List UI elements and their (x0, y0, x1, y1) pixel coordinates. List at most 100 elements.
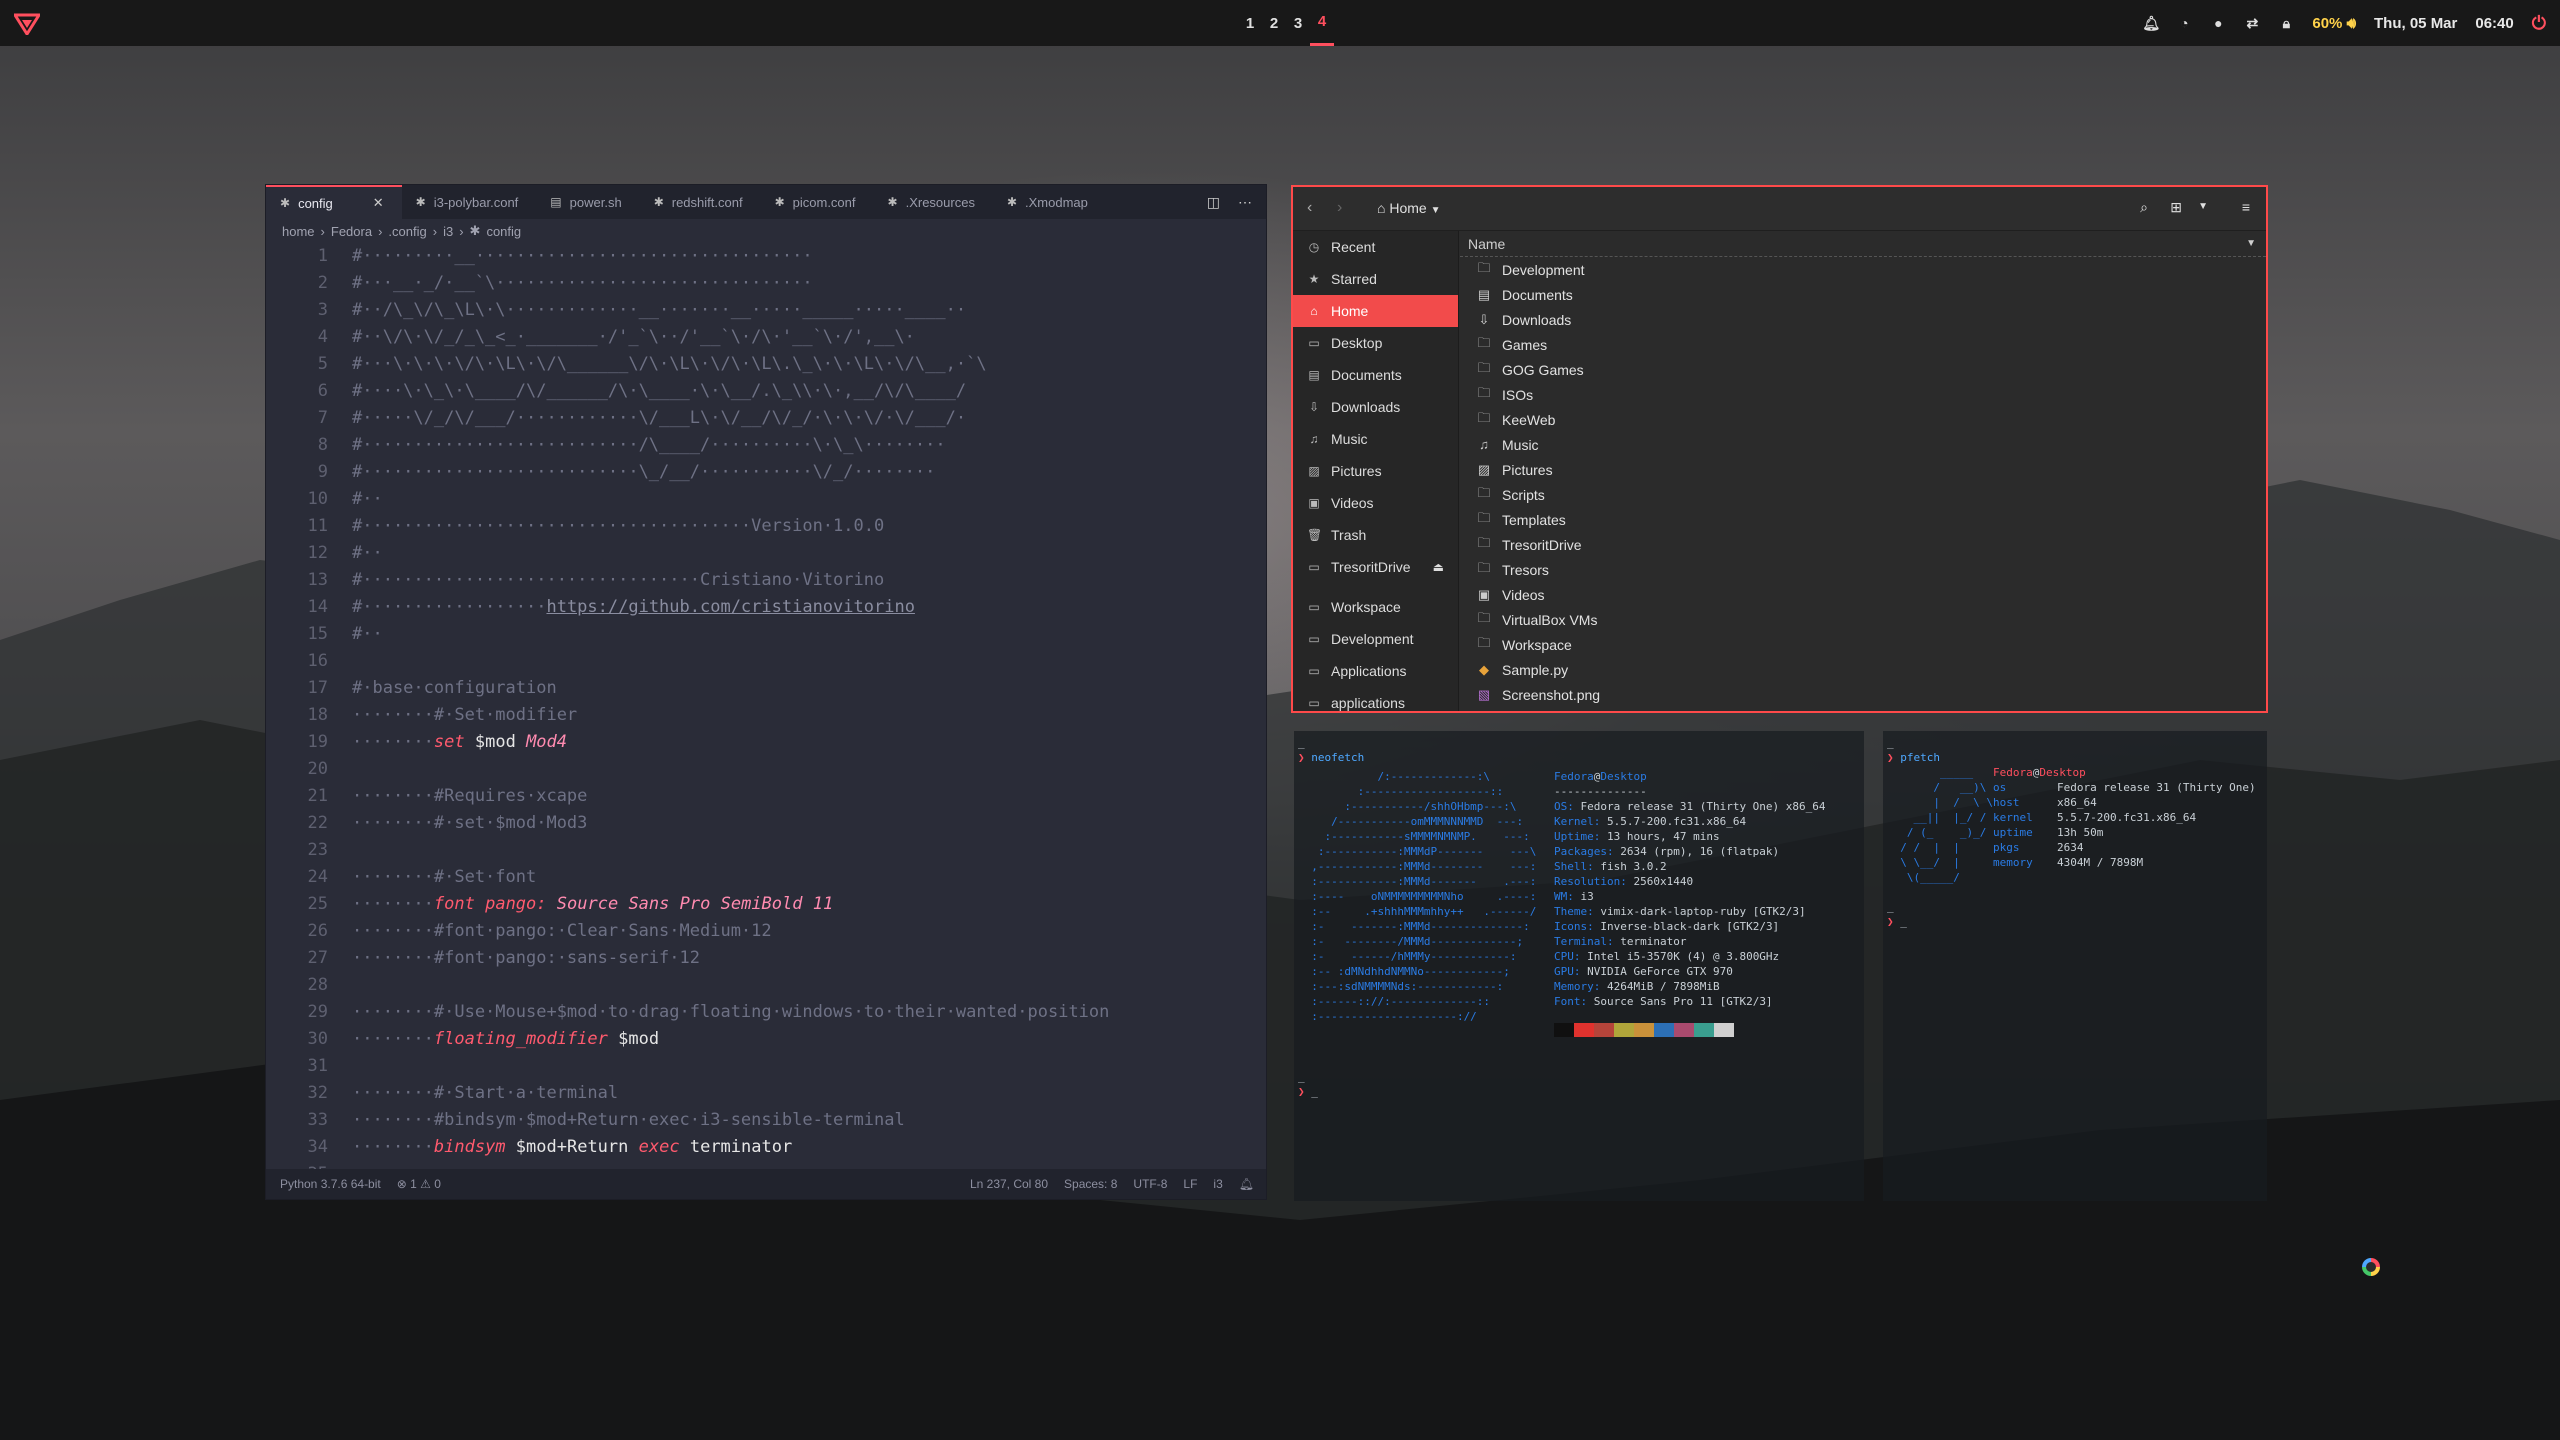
trash-icon: 🗑︎ (1307, 528, 1323, 542)
language-mode[interactable]: i3 (1213, 1177, 1222, 1191)
chevron-down-icon[interactable]: ▼ (2198, 201, 2208, 212)
more-icon[interactable]: ⋯ (1238, 194, 1252, 211)
info-value: NVIDIA GeForce GTX 970 (1587, 965, 1733, 978)
breadcrumb-item[interactable]: home (282, 224, 315, 239)
lock-icon[interactable]: 🔒︎ (2278, 15, 2294, 31)
list-item[interactable]: ▧ Screenshot.png (1460, 682, 2266, 707)
back-icon[interactable]: ‹ (1307, 199, 1312, 217)
line-text: ········font pango: Source Sans Pro Semi… (352, 894, 834, 914)
search-icon[interactable]: ⌕ (2140, 199, 2148, 216)
line-ending[interactable]: LF (1183, 1177, 1197, 1191)
sidebar-item-downloads[interactable]: ⇩ Downloads (1293, 391, 1458, 423)
power-icon[interactable]: ⏻ (2532, 13, 2546, 34)
list-item[interactable]: ◆ Sample.py (1460, 657, 2266, 682)
sidebar-item-starred[interactable]: ★ Starred (1293, 263, 1458, 295)
problems-indicator[interactable]: ⊗ 1 ⚠ 0 (397, 1177, 441, 1191)
grid-view-icon[interactable]: ⊞ (2170, 199, 2182, 216)
list-item[interactable]: 🗀︎ Games (1460, 332, 2266, 357)
workspace-3[interactable]: 3 (1286, 0, 1310, 46)
bell-icon[interactable]: 🔔︎ (1239, 1177, 1254, 1191)
breadcrumb-item[interactable]: .config (388, 224, 426, 239)
breadcrumb-item[interactable]: i3 (443, 224, 453, 239)
list-item[interactable]: 🗀︎ KeeWeb (1460, 407, 2266, 432)
file-name: TresoritDrive (1502, 536, 1582, 553)
volume-indicator[interactable]: 60% 🔊︎ (2312, 15, 2356, 32)
eject-icon[interactable]: ⏏ (1433, 560, 1444, 574)
sidebar-item-documents[interactable]: ▤ Documents (1293, 359, 1458, 391)
logo-icon[interactable] (14, 13, 40, 35)
tab-xmodmap[interactable]: ✱ .Xmodmap (993, 185, 1106, 219)
close-icon[interactable]: ✕ (373, 195, 384, 211)
list-item[interactable]: 🗀︎ Workspace (1460, 632, 2266, 657)
column-header-name[interactable]: Name ▼ (1460, 231, 2266, 257)
list-item[interactable]: ▣ Videos (1460, 582, 2266, 607)
sidebar-item-desktop[interactable]: ▭ Desktop (1293, 327, 1458, 359)
forward-icon[interactable]: › (1337, 199, 1342, 217)
line-text: #···························\_/__/······… (352, 462, 936, 482)
timer-icon[interactable]: ◔ (2176, 15, 2192, 31)
tab-label: i3-polybar.conf (433, 194, 519, 210)
info-colon: : (1593, 830, 1607, 843)
split-editor-icon[interactable]: ◫ (1207, 194, 1220, 211)
tab-xresources[interactable]: ✱ .Xresources (874, 185, 993, 219)
code-area[interactable]: 1 #·········__···························… (266, 243, 1266, 1171)
sidebar-item-workspace[interactable]: ▭ Workspace (1293, 591, 1458, 623)
info-colon: : (1567, 890, 1581, 903)
workspace-4[interactable]: 4 (1310, 0, 1334, 46)
list-item[interactable]: 🗀︎ Tresors (1460, 557, 2266, 582)
tab-config[interactable]: ✱ config ✕ (266, 185, 402, 219)
sidebar-item-trash[interactable]: 🗑︎ Trash (1293, 519, 1458, 551)
document-icon: ▤ (1308, 368, 1320, 382)
sidebar-item-development[interactable]: ▭ Development (1293, 623, 1458, 655)
list-item[interactable]: 🗀︎ GOG Games (1460, 357, 2266, 382)
list-item[interactable]: 🗀︎ TresoritDrive (1460, 532, 2266, 557)
sidebar-item-tresoritdrive[interactable]: ▭ TresoritDrive ⏏ (1293, 551, 1458, 583)
cursor-position[interactable]: Ln 237, Col 80 (970, 1177, 1048, 1191)
sidebar-item-music[interactable]: ♫ Music (1293, 423, 1458, 455)
bell-icon[interactable]: 🔔︎ (2142, 15, 2160, 31)
token: $mod (474, 732, 516, 752)
list-item[interactable]: 🗀︎ Templates (1460, 507, 2266, 532)
terminal-neofetch[interactable]: _ ❯ neofetch /:-------------:\ :---------… (1294, 731, 1864, 1201)
workspace-2[interactable]: 2 (1262, 0, 1286, 46)
breadcrumb-item[interactable]: config (486, 224, 521, 239)
tab-label: .Xresources (905, 194, 975, 210)
tab-redshift[interactable]: ✱ redshift.conf (640, 185, 761, 219)
picture-icon: ▨ (1308, 464, 1320, 478)
list-item[interactable]: 🗀︎ ISOs (1460, 382, 2266, 407)
encoding[interactable]: UTF-8 (1133, 1177, 1167, 1191)
tab-i3-polybar[interactable]: ✱ i3-polybar.conf (402, 185, 537, 219)
list-item[interactable]: 🗀︎ VirtualBox VMs (1460, 607, 2266, 632)
list-item[interactable]: ▤ Documents (1460, 282, 2266, 307)
sidebar-item-recent[interactable]: ◷ Recent (1293, 231, 1458, 263)
circle-icon[interactable]: ● (2210, 15, 2226, 31)
command-text: pfetch (1900, 751, 1940, 764)
list-item[interactable]: ⇩ Downloads (1460, 307, 2266, 332)
breadcrumb-item[interactable]: Fedora (331, 224, 372, 239)
list-item[interactable]: 🗀︎ Scripts (1460, 482, 2266, 507)
location-button[interactable]: ⌂ Home ▼ (1377, 200, 1441, 216)
terminal-pfetch[interactable]: _ ❯ pfetch _____ / __)\ | / \ \ __|| |_/ … (1883, 731, 2267, 1201)
list-item[interactable]: ♫ Music (1460, 432, 2266, 457)
sidebar-item-applications[interactable]: ▭ Applications (1293, 655, 1458, 687)
tab-power-sh[interactable]: ▤ power.sh (536, 185, 639, 219)
file-name: ISOs (1502, 386, 1534, 403)
tab-picom[interactable]: ✱ picom.conf (761, 185, 874, 219)
list-item[interactable]: ▨ Pictures (1460, 457, 2266, 482)
workspace-1[interactable]: 1 (1238, 0, 1262, 46)
sidebar-item-home[interactable]: ⌂ Home (1293, 295, 1458, 327)
list-item[interactable]: 🗀︎ Development (1460, 257, 2266, 282)
python-interpreter[interactable]: Python 3.7.6 64-bit (280, 1177, 381, 1191)
url-link[interactable]: https://github.com/cristianovitorino (546, 597, 914, 617)
indentation[interactable]: Spaces: 8 (1064, 1177, 1117, 1191)
share-icon[interactable]: ⇄ (2244, 15, 2260, 31)
line-number: 30 (307, 1029, 328, 1049)
menu-icon[interactable]: ≡ (2242, 199, 2250, 215)
volume-level: 60% (2312, 14, 2343, 32)
sidebar-item-applications[interactable]: ▭ applications (1293, 687, 1458, 711)
sidebar-item-pictures[interactable]: ▨ Pictures (1293, 455, 1458, 487)
info-key: pkgs (1993, 841, 2020, 854)
info-colon: : (1606, 935, 1621, 948)
sidebar-item-videos[interactable]: ▣ Videos (1293, 487, 1458, 519)
file-name: Templates (1502, 511, 1566, 528)
